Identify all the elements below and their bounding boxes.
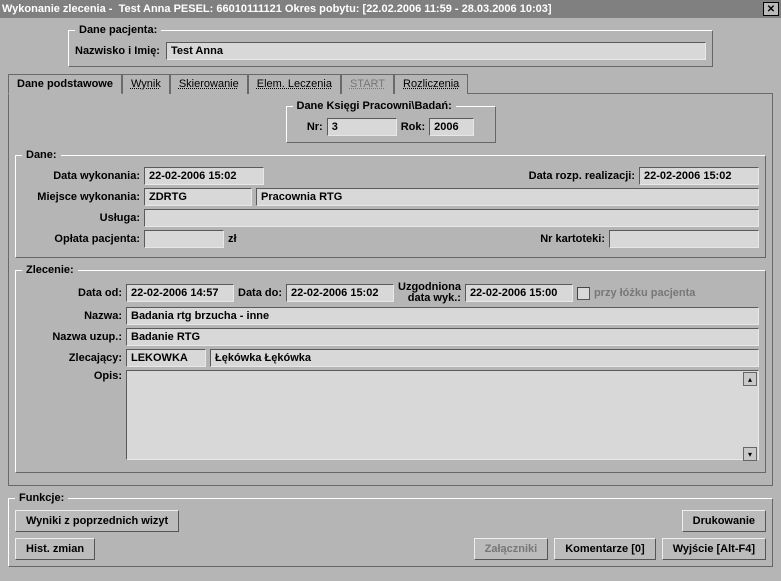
oplata-unit: zł [228,233,237,245]
data-do-label: Data do: [238,287,282,299]
uzg-field [465,284,573,302]
przy-lozku-checkbox: przy łóżku pacjenta [577,287,695,300]
nazwa-field [126,307,759,325]
kartoteki-field[interactable] [609,230,759,248]
window-titlebar: Wykonanie zlecenia - Test Anna PESEL: 66… [0,0,781,18]
scroll-down-icon[interactable]: ▾ [743,447,757,461]
opis-label: Opis: [22,370,122,382]
miejsce-name-field[interactable] [256,188,759,206]
wyniki-btn[interactable]: Wyniki z poprzednich wizyt [15,510,179,532]
nazwa-label: Nazwa: [22,310,122,322]
nazwa-uzup-label: Nazwa uzup.: [22,331,122,343]
zlecenie-fieldset: Zlecenie: Data od: Data do: Uzgodniona d… [15,264,766,473]
data-wyk-field[interactable] [144,167,264,185]
hist-zmian-btn[interactable]: Hist. zmian [15,538,95,560]
zalaczniki-btn: Załączniki [474,538,549,560]
data-wyk-label: Data wykonania: [22,170,140,182]
rok-label: Rok: [401,121,425,133]
zlecajacy-name-field [210,349,759,367]
nazwa-uzup-field [126,328,759,346]
usluga-label: Usługa: [22,212,140,224]
nr-label: Nr: [307,121,323,133]
zlecajacy-code-field [126,349,206,367]
tab-panel-dane-podstawowe: Dane Księgi Pracowni\Badań: Nr: Rok: Dan… [8,94,773,486]
tab-start: START [341,74,394,94]
tab-skierowanie[interactable]: Skierowanie [170,74,248,94]
funkcje-legend: Funkcje: [15,492,68,504]
data-rozp-label: Data rozp. realizacji: [529,170,635,182]
close-icon[interactable]: ✕ [763,2,779,16]
tab-wynik[interactable]: Wynik [122,74,170,94]
tab-dane-podstawowe[interactable]: Dane podstawowe [8,74,122,94]
uzg-label: Uzgodniona data wyk.: [398,282,461,304]
patient-fieldset: Dane pacjenta: Nazwisko i Imię: [68,24,713,67]
usluga-field[interactable] [144,209,759,227]
data-rozp-field[interactable] [639,167,759,185]
miejsce-label: Miejsce wykonania: [22,191,140,203]
window-body: Dane pacjenta: Nazwisko i Imię: Dane pod… [0,18,781,581]
data-od-label: Data od: [22,287,122,299]
funkcje-fieldset: Funkcje: Wyniki z poprzednich wizyt Druk… [8,492,773,567]
data-do-field [286,284,394,302]
kartoteki-label: Nr kartoteki: [540,233,605,245]
checkbox-icon [577,287,590,300]
tab-elem-leczenia[interactable]: Elem. Leczenia [248,74,341,94]
title-text: Wykonanie zlecenia - Test Anna PESEL: 66… [2,3,552,15]
scroll-up-icon[interactable]: ▴ [743,372,757,386]
patient-legend: Dane pacjenta: [75,24,161,36]
komentarze-btn[interactable]: Komentarze [0] [554,538,655,560]
nr-field[interactable] [327,118,397,136]
data-od-field [126,284,234,302]
tab-rozliczenia[interactable]: Rozliczenia [394,74,468,94]
patient-name-label: Nazwisko i Imię: [75,45,160,57]
opis-textarea[interactable] [126,370,759,460]
zlecajacy-label: Zlecający: [22,352,122,364]
dane-fieldset: Dane: Data wykonania: Data rozp. realiza… [15,149,766,258]
dane-legend: Dane: [22,149,61,161]
miejsce-code-field[interactable] [144,188,252,206]
ksiegi-legend: Dane Księgi Pracowni\Badań: [293,100,456,112]
zlecenie-legend: Zlecenie: [22,264,78,276]
tabs: Dane podstawowe Wynik Skierowanie Elem. … [8,73,773,94]
przy-lozku-label: przy łóżku pacjenta [594,287,695,299]
oplata-label: Opłata pacjenta: [22,233,140,245]
rok-field[interactable] [429,118,474,136]
wyjscie-btn[interactable]: Wyjście [Alt-F4] [662,538,766,560]
patient-name-field [166,42,706,60]
drukowanie-btn[interactable]: Drukowanie [682,510,766,532]
oplata-field[interactable] [144,230,224,248]
ksiegi-fieldset: Dane Księgi Pracowni\Badań: Nr: Rok: [286,100,496,143]
